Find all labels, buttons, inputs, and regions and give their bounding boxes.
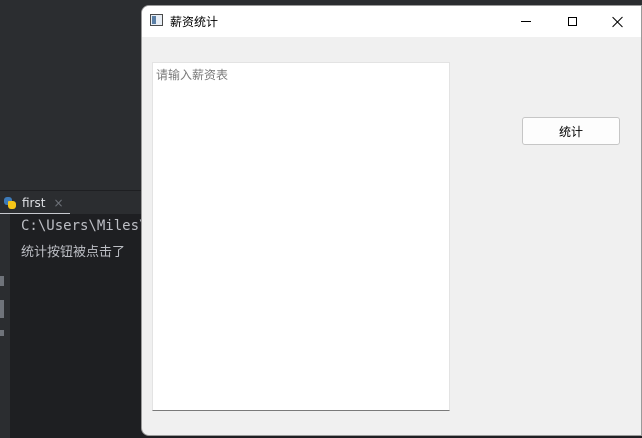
python-icon — [3, 196, 17, 210]
maximize-icon — [567, 17, 577, 26]
console-line-path: C:\Users\Miles\ — [21, 218, 148, 234]
run-tab-first[interactable]: first × — [0, 191, 70, 215]
maximize-button[interactable] — [549, 6, 595, 37]
minimize-icon — [521, 21, 531, 22]
salary-stats-window: 薪资统计 统计 — [141, 5, 642, 436]
toolbar-marker — [0, 300, 4, 318]
run-tab-close-icon[interactable]: × — [53, 196, 63, 210]
minimize-button[interactable] — [503, 6, 549, 37]
app-window-icon — [150, 14, 163, 26]
salary-table-input[interactable] — [152, 62, 450, 411]
window-titlebar[interactable]: 薪资统计 — [142, 6, 641, 37]
stat-button[interactable]: 统计 — [522, 117, 620, 145]
toolbar-marker — [0, 330, 4, 336]
close-button[interactable] — [595, 6, 641, 37]
console-line-output: 统计按钮被点击了 — [21, 245, 126, 260]
run-tab-label: first — [22, 196, 46, 210]
toolbar-marker — [0, 276, 4, 286]
close-icon — [612, 16, 624, 28]
window-title: 薪资统计 — [170, 15, 219, 29]
